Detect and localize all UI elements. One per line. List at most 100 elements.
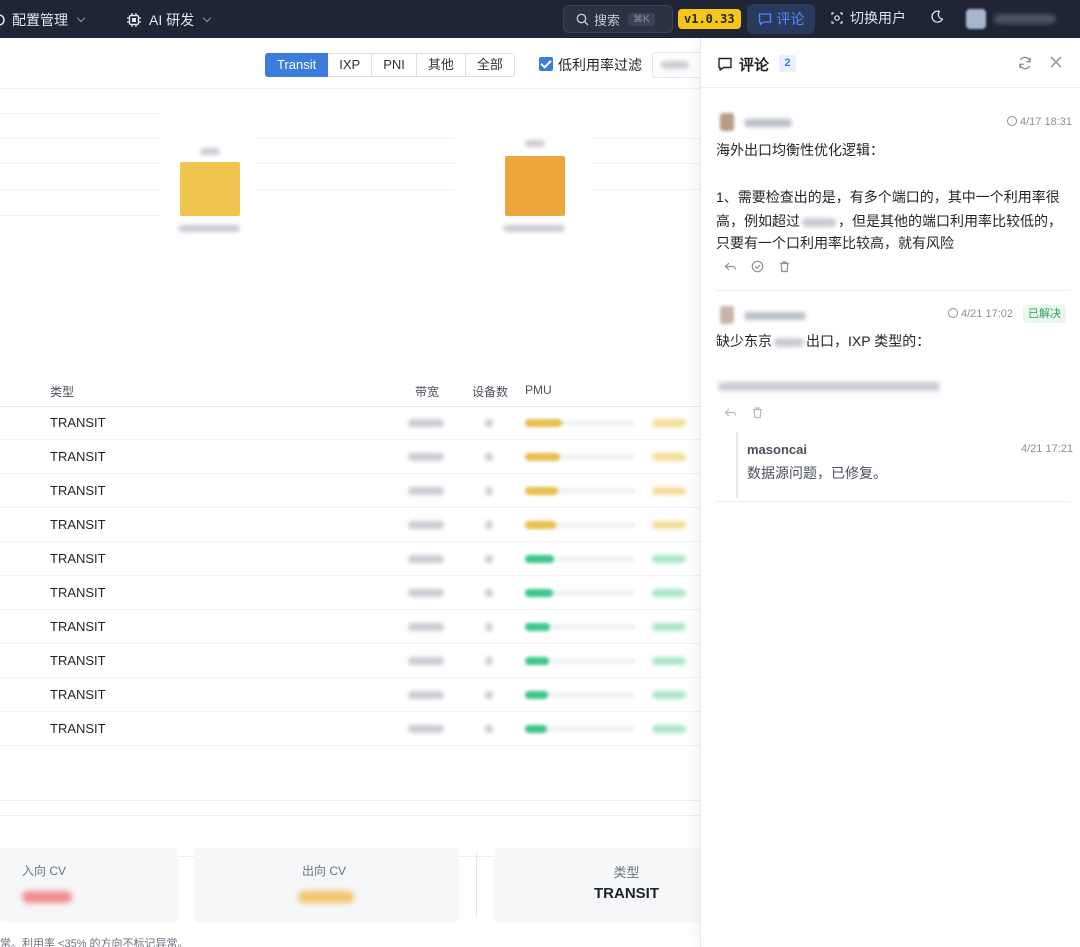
footnote: 常。利用率 <35% 的方向不标记异常。 bbox=[0, 938, 189, 947]
threshold-input-redacted[interactable] bbox=[652, 52, 700, 78]
comment-text: 海外出口均衡性优化逻辑： bbox=[716, 142, 884, 158]
table-row[interactable]: TRANSIT bbox=[0, 644, 700, 678]
col-pmu[interactable]: PMU bbox=[525, 383, 552, 397]
row-type: TRANSIT bbox=[50, 517, 106, 532]
row-bandwidth-redacted bbox=[408, 521, 444, 529]
delete-icon[interactable] bbox=[751, 406, 764, 424]
chevron-down-icon bbox=[76, 13, 86, 23]
nav-ai-dev[interactable]: AI 研发 bbox=[126, 10, 212, 30]
nav-config-label: 配置管理 bbox=[12, 12, 68, 28]
settings-grid-icon bbox=[0, 13, 6, 27]
delete-icon[interactable] bbox=[778, 260, 791, 278]
table-row[interactable]: TRANSIT bbox=[0, 576, 700, 610]
type-card: 类型 TRANSIT bbox=[494, 848, 700, 922]
table-row[interactable]: TRANSIT bbox=[0, 678, 700, 712]
row-bandwidth-redacted bbox=[408, 589, 444, 597]
close-icon[interactable] bbox=[1049, 55, 1063, 74]
low-util-filter-label: 低利用率过滤 bbox=[558, 57, 642, 73]
row-type: TRANSIT bbox=[50, 619, 106, 634]
comment-text: 1、需要检查出的是，有多个端口的，其中一个利用率很 bbox=[716, 189, 1060, 205]
tab-all[interactable]: 全部 bbox=[465, 53, 515, 77]
row-pmu-value-redacted bbox=[652, 555, 686, 563]
resolved-badge: 已解决 bbox=[1023, 305, 1066, 323]
col-devices[interactable]: 设备数 bbox=[472, 383, 508, 400]
theme-toggle-moon-icon[interactable] bbox=[929, 9, 945, 30]
in-cv-value-redacted bbox=[22, 891, 72, 903]
row-devices-redacted bbox=[485, 725, 493, 733]
row-bandwidth-redacted bbox=[408, 725, 444, 733]
row-bandwidth-redacted bbox=[408, 555, 444, 563]
out-cv-value-redacted bbox=[298, 891, 354, 903]
clock-icon bbox=[948, 308, 958, 318]
table-row[interactable]: TRANSIT bbox=[0, 474, 700, 508]
tab-transit[interactable]: Transit bbox=[265, 53, 329, 77]
global-search[interactable]: 搜索 ⌘K bbox=[563, 5, 673, 33]
table-row[interactable]: TRANSIT bbox=[0, 440, 700, 474]
out-cv-label: 出向 CV bbox=[302, 864, 347, 878]
version-badge: v1.0.33 bbox=[678, 9, 741, 29]
type-card-value: TRANSIT bbox=[594, 885, 659, 902]
table-row[interactable]: TRANSIT bbox=[0, 610, 700, 644]
switch-user-button[interactable]: 切换用户 bbox=[830, 8, 906, 28]
row-devices-redacted bbox=[485, 521, 493, 529]
row-bandwidth-redacted bbox=[408, 623, 444, 631]
row-type: TRANSIT bbox=[50, 653, 106, 668]
row-bandwidth-redacted bbox=[408, 419, 444, 427]
row-devices-redacted bbox=[485, 487, 493, 495]
chart-axis-label-redacted bbox=[178, 225, 240, 232]
chart-axis-label-redacted bbox=[503, 225, 565, 232]
in-cv-card: 入向 CV bbox=[0, 848, 178, 922]
comments-panel: 评论 2 4/17 18:31 海外出口均衡性优化逻辑： 1、需要检查出的是，有… bbox=[700, 38, 1080, 947]
col-bandwidth[interactable]: 带宽 bbox=[415, 383, 439, 400]
comment-time: 4/21 17:02 bbox=[948, 308, 1013, 320]
chart-bar bbox=[505, 156, 565, 216]
comment-author-redacted bbox=[744, 312, 806, 320]
comment-icon bbox=[758, 12, 772, 26]
col-type: 类型 bbox=[50, 385, 75, 399]
reply-icon[interactable] bbox=[724, 260, 737, 278]
table-row[interactable]: TRANSIT bbox=[0, 542, 700, 576]
table-row[interactable]: TRANSIT bbox=[0, 712, 700, 746]
chart-bar bbox=[180, 162, 240, 216]
tab-ixp[interactable]: IXP bbox=[328, 53, 373, 77]
reply-icon[interactable] bbox=[724, 406, 737, 424]
divider bbox=[0, 88, 700, 89]
table-row[interactable]: TRANSIT bbox=[0, 406, 700, 440]
row-pmu-bar bbox=[525, 487, 558, 495]
reply-time: 4/21 17:21 bbox=[1021, 443, 1073, 455]
table-row[interactable]: TRANSIT bbox=[0, 508, 700, 542]
nav-ai-dev-label: AI 研发 bbox=[149, 12, 195, 28]
row-pmu-bar bbox=[525, 555, 554, 563]
table-header: 类型 带宽 设备数 PMU bbox=[0, 375, 700, 407]
row-type: TRANSIT bbox=[50, 551, 106, 566]
low-util-filter-checkbox[interactable] bbox=[539, 57, 553, 71]
nav-config-management[interactable]: 配置管理 bbox=[0, 10, 86, 30]
user-avatar[interactable] bbox=[966, 9, 986, 29]
search-shortcut: ⌘K bbox=[628, 12, 655, 26]
row-pmu-value-redacted bbox=[652, 487, 686, 495]
row-pmu-bar bbox=[525, 521, 556, 529]
switch-user-label: 切换用户 bbox=[850, 10, 906, 26]
clock-icon bbox=[1007, 116, 1017, 126]
comment-text: 缺少东京 出口，IXP 类型的： bbox=[716, 333, 931, 349]
row-devices-redacted bbox=[485, 657, 493, 665]
resolve-check-icon[interactable] bbox=[751, 260, 764, 278]
comments-panel-title: 评论 bbox=[739, 57, 770, 74]
chart-bar-label-redacted bbox=[200, 148, 220, 155]
search-icon bbox=[576, 13, 589, 26]
comment-button-label: 评论 bbox=[776, 11, 805, 27]
reply-author: masoncai bbox=[747, 442, 807, 457]
comment-toggle-button[interactable]: 评论 bbox=[747, 4, 815, 34]
redacted-line bbox=[718, 382, 940, 391]
tab-other[interactable]: 其他 bbox=[416, 53, 466, 77]
row-devices-redacted bbox=[485, 691, 493, 699]
chevron-down-icon bbox=[202, 13, 212, 23]
row-type: TRANSIT bbox=[50, 483, 106, 498]
row-bandwidth-redacted bbox=[408, 657, 444, 665]
avatar bbox=[720, 113, 734, 131]
tab-pni[interactable]: PNI bbox=[372, 53, 417, 77]
row-pmu-bar bbox=[525, 623, 550, 631]
row-pmu-value-redacted bbox=[652, 419, 686, 427]
refresh-icon[interactable] bbox=[1017, 55, 1033, 76]
row-devices-redacted bbox=[485, 623, 493, 631]
